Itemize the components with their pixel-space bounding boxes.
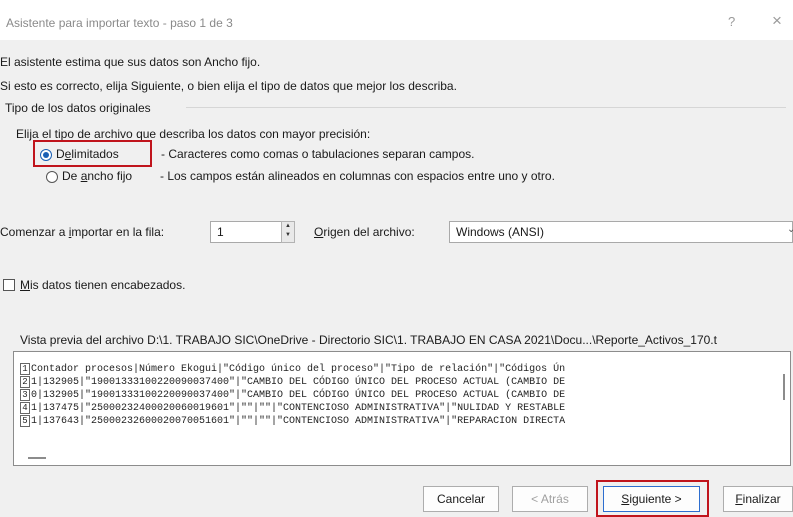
start-row-spinner[interactable]: ▲ ▼ [281,221,295,243]
back-button[interactable]: < Atrás [512,486,588,512]
preview-row: 4 1|137475|"25000232400020060019601"|""|"… [20,402,565,414]
origin-dropdown[interactable]: Windows (ANSI) [449,221,793,243]
highlight-delimitados [33,140,152,167]
intro-line-2: Si esto es correcto, elija Siguiente, o … [0,79,457,93]
preview-label: Vista previa del archivo D:\1. TRABAJO S… [20,333,717,347]
close-icon[interactable]: × [772,11,782,31]
spin-down-icon[interactable]: ▼ [282,231,294,240]
horizontal-scrollbar[interactable] [28,457,46,459]
radio-ancho-fijo-label[interactable]: De ancho fijo [62,169,132,183]
headers-checkbox[interactable] [3,279,15,291]
group-legend: Tipo de los datos originales [5,101,151,115]
title-bar: Asistente para importar texto - paso 1 d… [0,0,793,40]
origin-value: Windows (ANSI) [456,225,545,239]
delimitados-description: - Caracteres como comas o tabulaciones s… [161,147,475,161]
start-row-label: Comenzar a importar en la fila: [0,225,165,239]
file-preview[interactable]: 1 Contador procesos|Número Ekogui|"Código… [13,351,791,466]
highlight-next [596,480,709,517]
preview-row: 1 Contador procesos|Número Ekogui|"Código… [20,363,565,375]
intro-line-1: El asistente estima que sus datos son An… [0,55,261,69]
vertical-scrollbar[interactable] [783,374,785,400]
preview-row: 3 0|132905|"19001333100220090037400"|"CAM… [20,389,565,401]
preview-row: 2 1|132905|"19001333100220090037400"|"CAM… [20,376,565,388]
chevron-down-icon[interactable]: ⌄ [787,224,793,235]
headers-checkbox-label[interactable]: Mis datos tienen encabezados. [20,278,185,292]
ancho-fijo-description: - Los campos están alineados en columnas… [160,169,555,183]
spin-up-icon[interactable]: ▲ [282,222,294,231]
group-divider [186,107,786,108]
origin-label: Origen del archivo: [314,225,415,239]
instruction-text: Elija el tipo de archivo que describa lo… [16,127,371,141]
radio-unselected-icon[interactable] [46,171,58,183]
cancel-button[interactable]: Cancelar [423,486,499,512]
help-icon[interactable]: ? [728,14,735,29]
finish-button[interactable]: Finalizar [723,486,793,512]
start-row-input[interactable]: 1 [210,221,282,243]
preview-row: 5 1|137643|"25000232600020070051601"|""|"… [20,415,565,427]
window-title: Asistente para importar texto - paso 1 d… [6,16,233,30]
